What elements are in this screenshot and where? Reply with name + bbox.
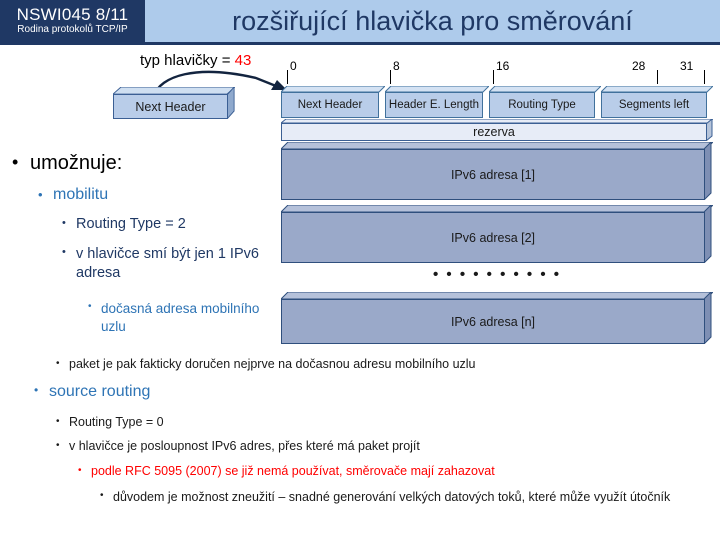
bullet-text: v hlavičce smí být jen 1 IPv6 adresa bbox=[76, 246, 259, 281]
ruler-label-8: 8 bbox=[393, 59, 400, 73]
field-segments-left: Segments left bbox=[601, 86, 713, 118]
bullet-umoznuje: • umožnuje: bbox=[12, 152, 262, 175]
address-row-1: IPv6 adresa [1] bbox=[281, 142, 713, 200]
bullet-text: Routing Type = 0 bbox=[69, 415, 164, 429]
address-row-label: IPv6 adresa [2] bbox=[281, 212, 705, 263]
slide-root: NSWI045 8/11 Rodina protokolů TCP/IP roz… bbox=[0, 0, 720, 540]
field-label: Segments left bbox=[601, 92, 707, 118]
course-subtitle: Rodina protokolů TCP/IP bbox=[17, 24, 128, 36]
field-label: Routing Type bbox=[489, 92, 595, 118]
bullet-source-routing: • source routing bbox=[34, 383, 334, 401]
bullet-glyph: • bbox=[56, 440, 60, 451]
ruler-tick-8 bbox=[390, 70, 391, 84]
box-side-face bbox=[227, 87, 235, 119]
bullet-address-sequence: • v hlavičce je posloupnost IPv6 adres, … bbox=[56, 439, 656, 454]
ruler-tick-16 bbox=[493, 70, 494, 84]
address-row-n: IPv6 adresa [n] bbox=[281, 292, 713, 344]
bullet-text: Routing Type = 2 bbox=[76, 216, 186, 232]
bullet-glyph: • bbox=[88, 301, 92, 312]
bullet-temporary-address: • dočasná adresa mobilního uzlu bbox=[88, 300, 273, 335]
field-next-header: Next Header bbox=[281, 86, 385, 118]
ruler-label-28: 28 bbox=[632, 59, 646, 73]
reserved-label: rezerva bbox=[281, 123, 707, 141]
previous-header-box: Next Header bbox=[113, 87, 235, 119]
bullet-glyph: • bbox=[78, 465, 82, 476]
bullet-text: source routing bbox=[49, 383, 151, 400]
address-row-label: IPv6 adresa [n] bbox=[281, 299, 705, 344]
bullet-mobilitu: • mobilitu bbox=[38, 186, 268, 204]
bullet-glyph: • bbox=[34, 383, 39, 397]
bullet-abuse-reason: • důvodem je možnost zneužití – snadné g… bbox=[100, 489, 714, 506]
course-code: NSWI045 8/11 bbox=[16, 5, 129, 25]
bullet-text: paket je pak fakticky doručen nejprve na… bbox=[69, 357, 476, 371]
bullet-glyph: • bbox=[56, 416, 60, 427]
address-row-2: IPv6 adresa [2] bbox=[281, 205, 713, 263]
previous-header-label: Next Header bbox=[113, 94, 228, 119]
ruler-label-16: 16 bbox=[496, 59, 510, 73]
bullet-glyph: • bbox=[38, 187, 43, 202]
bullet-text: dočasná adresa mobilního uzlu bbox=[101, 301, 260, 334]
reserved-row: rezerva bbox=[281, 119, 713, 141]
header-rule bbox=[0, 42, 720, 45]
course-badge: NSWI045 8/11 Rodina protokolů TCP/IP bbox=[0, 0, 145, 42]
bullet-text: podle RFC 5095 (2007) se již nemá použív… bbox=[91, 464, 495, 478]
ruler-tick-28 bbox=[657, 70, 658, 84]
bullet-glyph: • bbox=[12, 152, 19, 172]
bullet-text: mobilitu bbox=[53, 186, 109, 203]
field-label: Header E. Length bbox=[385, 92, 483, 118]
bullet-text: v hlavičce je posloupnost IPv6 adres, př… bbox=[69, 439, 420, 453]
field-routing-type: Routing Type bbox=[489, 86, 601, 118]
row-side-face bbox=[704, 292, 712, 344]
bullet-routing-type-2: • Routing Type = 2 bbox=[62, 216, 272, 232]
row-side-face bbox=[704, 205, 712, 263]
row-side-face bbox=[704, 142, 712, 200]
row-side-face bbox=[706, 119, 713, 141]
ruler-tick-0 bbox=[287, 70, 288, 84]
bullet-routing-type-0: • Routing Type = 0 bbox=[56, 415, 456, 430]
ruler-label-31: 31 bbox=[680, 59, 694, 73]
ruler-label-0: 0 bbox=[290, 59, 297, 73]
bullet-text: umožnuje: bbox=[30, 152, 123, 174]
bullet-glyph: • bbox=[100, 490, 104, 501]
ruler-tick-31 bbox=[704, 70, 705, 84]
bullet-one-address-only: • v hlavičce smí být jen 1 IPv6 adresa bbox=[62, 245, 267, 282]
bullet-rfc5095-deprecated: • podle RFC 5095 (2007) se již nemá použ… bbox=[78, 464, 698, 479]
continuation-ellipsis: • • • • • • • • • • bbox=[432, 266, 562, 283]
header-fields-row: Next Header Header E. Length Routing Typ… bbox=[281, 86, 713, 118]
bullet-glyph: • bbox=[62, 246, 66, 258]
field-header-ext-length: Header E. Length bbox=[385, 86, 489, 118]
page-title: rozšiřující hlavička pro směrování bbox=[232, 5, 633, 36]
slide-header: NSWI045 8/11 Rodina protokolů TCP/IP roz… bbox=[0, 0, 720, 45]
bullet-glyph: • bbox=[62, 217, 66, 229]
address-row-label: IPv6 adresa [1] bbox=[281, 149, 705, 200]
bullet-text: důvodem je možnost zneužití – snadné gen… bbox=[113, 490, 671, 504]
bullet-glyph: • bbox=[56, 358, 60, 369]
field-label: Next Header bbox=[281, 92, 379, 118]
bullet-packet-delivery: • paket je pak fakticky doručen nejprve … bbox=[56, 357, 676, 372]
